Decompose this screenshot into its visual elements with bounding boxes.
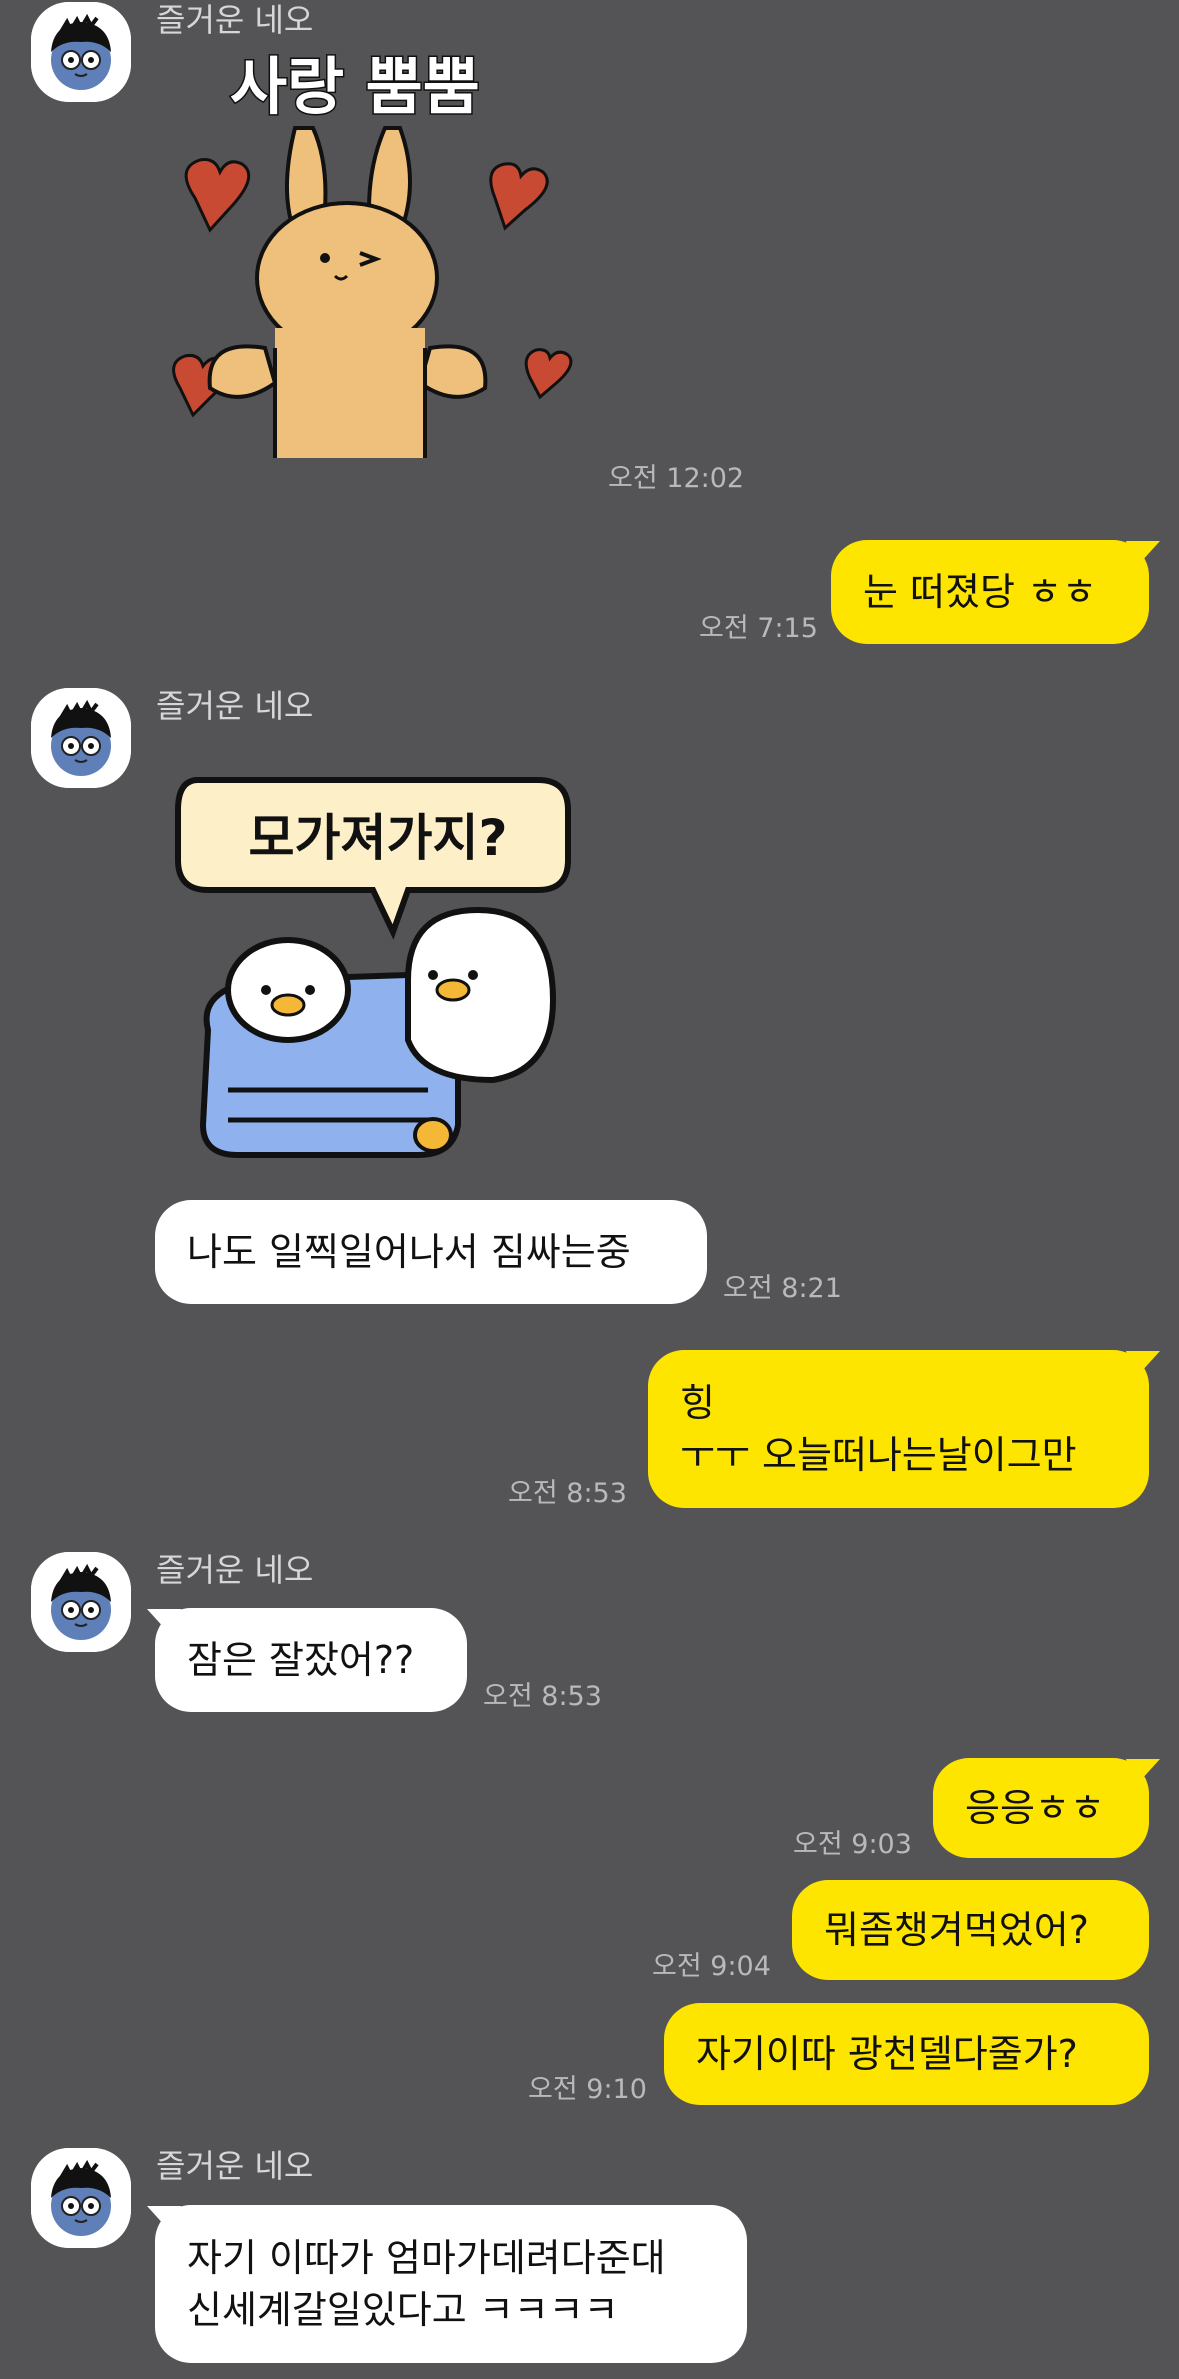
message-time: 오전 7:15 <box>699 613 818 644</box>
contact-avatar-icon[interactable] <box>31 2 131 102</box>
my-message-bubble[interactable]: 힝 ㅜㅜ 오늘떠나는날이그만 <box>648 1350 1149 1508</box>
message-time: 오전 9:10 <box>528 2074 647 2105</box>
message-time: 오전 8:21 <box>723 1273 842 1304</box>
my-message-bubble[interactable]: 응응ㅎㅎ <box>933 1758 1149 1858</box>
contact-avatar-icon[interactable] <box>31 688 131 788</box>
message-text: 눈 떠졌당 ㅎㅎ <box>863 570 1097 614</box>
sender-name: 즐거운 네오 <box>156 1 314 39</box>
message-time: 오전 8:53 <box>508 1478 627 1509</box>
message-time: 오전 9:04 <box>652 1951 771 1982</box>
chat-room[interactable]: 즐거운 네오 사랑 뿜뿜 오전 12:02 오전 7:15 눈 떠졌당 ㅎㅎ 즐… <box>0 0 1179 2379</box>
contact-avatar-icon[interactable] <box>31 1552 131 1652</box>
my-message-bubble[interactable]: 자기이따 광천델다줄가? <box>664 2003 1149 2105</box>
message-text: 나도 일찍일어나서 짐싸는중 <box>187 1230 631 1274</box>
message-text: 신세계갈일있다고 ㅋㅋㅋㅋ <box>187 2288 619 2332</box>
sticker-caption: 모가져가지? <box>248 809 507 867</box>
message-text: 힝 <box>680 1381 715 1425</box>
sender-name: 즐거운 네오 <box>156 687 314 725</box>
their-message-bubble[interactable]: 나도 일찍일어나서 짐싸는중 <box>155 1200 707 1304</box>
my-message-bubble[interactable]: 눈 떠졌당 ㅎㅎ <box>831 540 1149 644</box>
message-text: 뭐좀챙겨먹었어? <box>824 1908 1089 1952</box>
sender-name: 즐거운 네오 <box>156 2147 314 2185</box>
their-message-bubble[interactable]: 잠은 잘잤어?? <box>155 1608 467 1712</box>
message-text: ㅜㅜ 오늘떠나는날이그만 <box>680 1433 1077 1477</box>
contact-avatar-icon[interactable] <box>31 2148 131 2248</box>
message-text: 잠은 잘잤어?? <box>187 1638 415 1682</box>
message-time: 오전 9:03 <box>793 1829 912 1860</box>
packing-sticker[interactable]: 모가져가지? <box>168 760 588 1170</box>
their-message-bubble[interactable]: 자기 이따가 엄마가데려다준대 신세계갈일있다고 ㅋㅋㅋㅋ <box>155 2205 747 2363</box>
message-time: 오전 12:02 <box>608 463 745 494</box>
message-text: 자기 이따가 엄마가데려다준대 <box>187 2236 666 2280</box>
message-time: 오전 8:53 <box>483 1681 602 1712</box>
message-text: 자기이따 광천델다줄가? <box>696 2032 1078 2076</box>
message-text: 응응ㅎㅎ <box>965 1786 1105 1830</box>
sticker-caption: 사랑 뿜뿜 <box>230 50 480 123</box>
sender-name: 즐거운 네오 <box>156 1551 314 1589</box>
love-sticker[interactable]: 사랑 뿜뿜 <box>155 48 585 498</box>
my-message-bubble[interactable]: 뭐좀챙겨먹었어? <box>792 1880 1149 1980</box>
